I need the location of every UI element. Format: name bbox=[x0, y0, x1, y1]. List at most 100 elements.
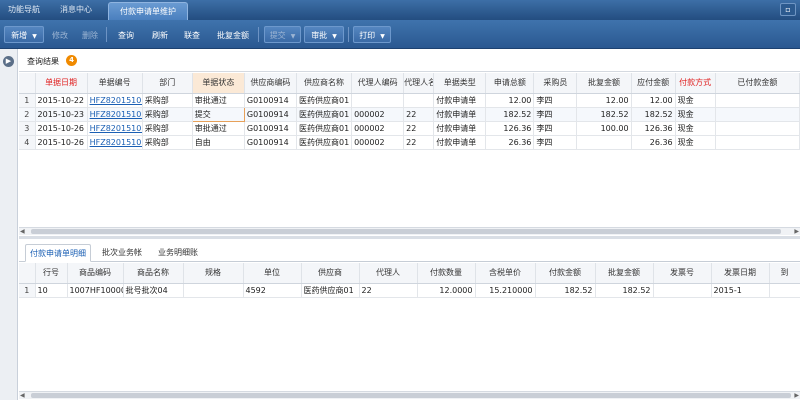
cell-approved-amount[interactable]: 182.52 bbox=[595, 283, 654, 298]
main-table-horizontal-scrollbar[interactable]: ◀ ▶ bbox=[19, 227, 800, 235]
tab-message-center[interactable]: 消息中心 bbox=[56, 0, 96, 20]
cell-date[interactable]: 2015-10-23 bbox=[35, 107, 88, 122]
cell-supplier[interactable]: 医药供应商01 bbox=[301, 283, 360, 298]
cell-request-total[interactable]: 12.00 bbox=[485, 93, 535, 108]
cell-paid-amount[interactable] bbox=[715, 121, 800, 136]
cell-supplier-code[interactable]: G0100914 bbox=[244, 107, 297, 122]
scroll-left-icon[interactable]: ◀ bbox=[20, 392, 25, 399]
refresh-button[interactable]: 刷新 bbox=[148, 26, 172, 43]
cell-quantity[interactable]: 12.0000 bbox=[417, 283, 476, 298]
column-header[interactable]: 发票日期 bbox=[711, 263, 770, 284]
cell-payment-amount[interactable]: 182.52 bbox=[535, 283, 596, 298]
cell-product-code[interactable]: 1007HF100000... bbox=[67, 283, 124, 298]
scrollbar-thumb[interactable] bbox=[31, 229, 781, 234]
column-header[interactable]: 规格 bbox=[183, 263, 244, 284]
cell-department[interactable]: 采购部 bbox=[142, 135, 193, 150]
cell-date[interactable]: 2015-10-22 bbox=[35, 93, 88, 108]
cell-agent-code[interactable] bbox=[351, 93, 405, 108]
cell-payment-method[interactable]: 现金 bbox=[675, 135, 716, 150]
submit-button[interactable]: 提交 ▼ bbox=[264, 26, 301, 43]
column-header[interactable]: 应付金额 bbox=[631, 73, 676, 94]
column-header[interactable]: 行号 bbox=[35, 263, 68, 284]
cell-invoice-date[interactable]: 2015-1 bbox=[711, 283, 770, 298]
cell-doc-type[interactable]: 付款申请单 bbox=[433, 107, 487, 122]
cell-payable-amount[interactable]: 126.36 bbox=[631, 121, 676, 136]
cell-doc-type[interactable]: 付款申请单 bbox=[433, 93, 487, 108]
print-button[interactable]: 打印 ▼ bbox=[353, 26, 391, 43]
cell-date[interactable]: 2015-10-26 bbox=[35, 135, 88, 150]
cell-doc-number-link[interactable]: HFZ820151026( bbox=[87, 135, 143, 150]
tab-payment-request-detail[interactable]: 付款申请单明细 bbox=[25, 244, 91, 262]
column-header[interactable]: 批复金额 bbox=[576, 73, 632, 94]
cell-doc-number-link[interactable]: HFZ820151022( bbox=[87, 93, 143, 108]
column-header[interactable]: 商品名称 bbox=[123, 263, 184, 284]
cell-request-total[interactable]: 182.52 bbox=[485, 107, 535, 122]
table-row[interactable]: 3 2015-10-26 HFZ820151026( 采购部 审批通过 G010… bbox=[19, 121, 800, 136]
cell-supplier-name[interactable]: 医药供应商01 bbox=[296, 135, 353, 150]
delete-button[interactable]: 删除 bbox=[78, 26, 102, 43]
column-header[interactable]: 申请总额 bbox=[485, 73, 535, 94]
column-header[interactable]: 代理人编码 bbox=[351, 73, 405, 94]
detail-table-horizontal-scrollbar[interactable]: ◀ ▶ bbox=[19, 391, 800, 399]
cell-agent-code[interactable]: 000002 bbox=[351, 107, 405, 122]
column-header[interactable]: 到 bbox=[769, 263, 800, 284]
tab-function-nav[interactable]: 功能导航 bbox=[4, 0, 44, 20]
cell-approved-amount[interactable] bbox=[576, 135, 632, 150]
column-header[interactable]: 单据编号 bbox=[87, 73, 143, 94]
cell-agent[interactable]: 22 bbox=[359, 283, 418, 298]
column-header[interactable]: 代理人 bbox=[359, 263, 418, 284]
column-header[interactable]: 发票号 bbox=[653, 263, 712, 284]
cell-request-total[interactable]: 126.36 bbox=[485, 121, 535, 136]
query-button[interactable]: 查询 bbox=[113, 26, 139, 43]
column-header[interactable]: 单据状态 bbox=[192, 73, 245, 94]
cell-product-name[interactable]: 批号批次04 bbox=[123, 283, 184, 298]
batch-amount-button[interactable]: 批复金额 bbox=[213, 26, 253, 43]
column-header[interactable]: 单位 bbox=[243, 263, 302, 284]
column-header[interactable]: 商品编码 bbox=[67, 263, 124, 284]
cell-payable-amount[interactable]: 12.00 bbox=[631, 93, 676, 108]
cell-approved-amount[interactable]: 182.52 bbox=[576, 107, 632, 122]
column-header[interactable]: 供应商名称 bbox=[296, 73, 353, 94]
edit-button[interactable]: 修改 bbox=[48, 26, 72, 43]
cell-agent-code[interactable]: 000002 bbox=[351, 121, 405, 136]
column-header[interactable]: 批复金额 bbox=[595, 263, 654, 284]
cell-payable-amount[interactable]: 182.52 bbox=[631, 107, 676, 122]
column-header[interactable]: 单据类型 bbox=[433, 73, 487, 94]
cell-status[interactable]: 审批通过 bbox=[192, 121, 245, 136]
cell-doc-type[interactable]: 付款申请单 bbox=[433, 135, 487, 150]
window-restore-icon[interactable]: ▫ bbox=[780, 3, 796, 16]
cell-date[interactable]: 2015-10-26 bbox=[35, 121, 88, 136]
cell-department[interactable]: 采购部 bbox=[142, 93, 193, 108]
column-header[interactable]: 单据日期 bbox=[35, 73, 88, 94]
new-button[interactable]: 新增 ▼ bbox=[4, 26, 44, 43]
cell-due[interactable] bbox=[769, 283, 800, 298]
table-row[interactable]: 1 10 1007HF100000... 批号批次04 4592 医药供应商01… bbox=[19, 283, 800, 298]
column-header[interactable]: 已付款金额 bbox=[715, 73, 800, 94]
column-header[interactable]: 代理人名... bbox=[403, 73, 435, 94]
cell-agent-code[interactable]: 000002 bbox=[351, 135, 405, 150]
cell-payable-amount[interactable]: 26.36 bbox=[631, 135, 676, 150]
cell-payment-method[interactable]: 现金 bbox=[675, 107, 716, 122]
cell-status[interactable]: 审批通过 bbox=[192, 93, 245, 108]
cell-status[interactable]: 自由 bbox=[192, 135, 245, 150]
column-header[interactable]: 采购员 bbox=[533, 73, 578, 94]
cell-supplier-code[interactable]: G0100914 bbox=[244, 93, 297, 108]
cell-department[interactable]: 采购部 bbox=[142, 107, 193, 122]
cell-line-number[interactable]: 10 bbox=[35, 283, 68, 298]
table-row[interactable]: 1 2015-10-22 HFZ820151022( 采购部 审批通过 G010… bbox=[19, 93, 800, 108]
cell-approved-amount[interactable]: 12.00 bbox=[576, 93, 632, 108]
cell-agent-name[interactable]: 22 bbox=[403, 107, 435, 122]
scroll-right-icon[interactable]: ▶ bbox=[794, 228, 799, 235]
cell-supplier-name[interactable]: 医药供应商01 bbox=[296, 107, 353, 122]
cell-spec[interactable] bbox=[183, 283, 244, 298]
cell-buyer[interactable]: 李四 bbox=[533, 135, 578, 150]
cell-request-total[interactable]: 26.36 bbox=[485, 135, 535, 150]
scroll-left-icon[interactable]: ◀ bbox=[20, 228, 25, 235]
cell-approved-amount[interactable]: 100.00 bbox=[576, 121, 632, 136]
cell-unit[interactable]: 4592 bbox=[243, 283, 302, 298]
cell-paid-amount[interactable] bbox=[715, 107, 800, 122]
cell-doc-type[interactable]: 付款申请单 bbox=[433, 121, 487, 136]
column-header[interactable]: 付款金额 bbox=[535, 263, 596, 284]
column-header[interactable]: 含税单价 bbox=[475, 263, 536, 284]
scroll-right-icon[interactable]: ▶ bbox=[794, 392, 799, 399]
